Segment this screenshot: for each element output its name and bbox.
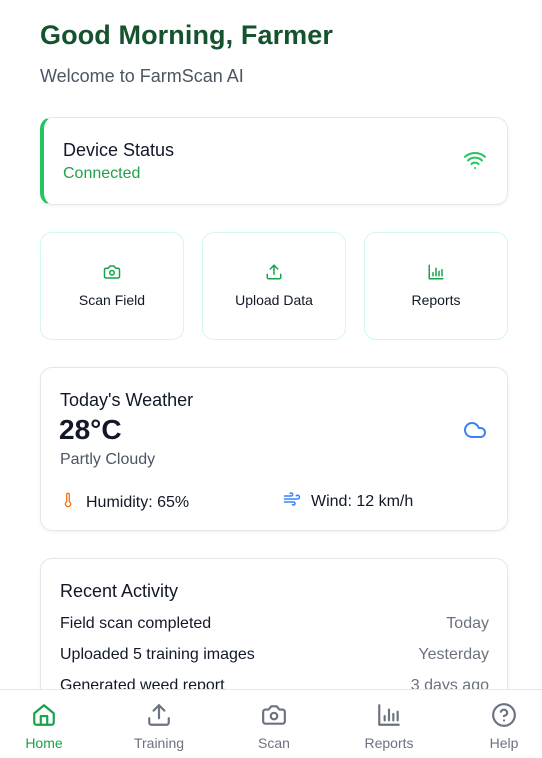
activity-item: Uploaded 5 training images Yesterday xyxy=(60,646,489,664)
wind-stat: Wind: 12 km/h xyxy=(283,490,413,513)
device-status-card: Device Status Connected xyxy=(40,117,508,205)
scan-field-button[interactable]: Scan Field xyxy=(40,232,184,340)
home-icon xyxy=(0,702,94,728)
wind-icon xyxy=(283,490,311,513)
nav-help[interactable]: Help xyxy=(454,690,542,758)
nav-scan-label: Scan xyxy=(258,735,290,751)
weather-card: Today's Weather 28°C Partly Cloudy Humid… xyxy=(40,367,508,531)
camera-icon xyxy=(41,263,183,281)
greeting-title: Good Morning, Farmer xyxy=(40,20,334,50)
nav-scan[interactable]: Scan xyxy=(224,690,324,758)
upload-icon xyxy=(203,263,345,281)
weather-title: Today's Weather xyxy=(60,390,194,410)
activity-item-time: Today xyxy=(446,615,489,632)
help-icon xyxy=(454,702,542,728)
activity-item-name: Field scan completed xyxy=(60,615,212,632)
nav-reports[interactable]: Reports xyxy=(339,690,439,758)
upload-data-label: Upload Data xyxy=(235,292,313,308)
weather-temperature: 28°C xyxy=(59,414,122,445)
recent-activity-title: Recent Activity xyxy=(60,581,179,601)
upload-icon xyxy=(109,702,209,728)
wifi-icon xyxy=(461,148,489,177)
thermometer-icon xyxy=(60,490,86,515)
nav-reports-label: Reports xyxy=(364,735,414,751)
activity-item-time: Yesterday xyxy=(418,646,489,663)
reports-label: Reports xyxy=(411,292,461,308)
scan-field-label: Scan Field xyxy=(78,292,146,308)
weather-condition: Partly Cloudy xyxy=(60,451,156,468)
nav-home[interactable]: Home xyxy=(0,690,94,758)
nav-training-label: Training xyxy=(133,735,185,751)
humidity-text: Humidity: 65% xyxy=(86,493,190,511)
camera-icon xyxy=(224,702,324,728)
upload-data-button[interactable]: Upload Data xyxy=(202,232,346,340)
welcome-subtitle: Welcome to FarmScan AI xyxy=(40,66,244,86)
reports-button[interactable]: Reports xyxy=(364,232,508,340)
device-status-title: Device Status xyxy=(63,140,175,160)
bar-chart-icon xyxy=(339,702,439,728)
wind-text: Wind: 12 km/h xyxy=(311,492,414,510)
nav-training[interactable]: Training xyxy=(109,690,209,758)
humidity-stat: Humidity: 65% xyxy=(60,490,189,515)
nav-help-label: Help xyxy=(489,735,519,751)
nav-home-label: Home xyxy=(25,735,63,751)
activity-item: Field scan completed Today xyxy=(60,615,489,633)
device-status-value: Connected xyxy=(63,165,141,182)
cloud-icon xyxy=(461,418,489,447)
activity-item-name: Uploaded 5 training images xyxy=(60,646,255,663)
bottom-navigation: Home Training Scan Reports Help xyxy=(0,689,542,758)
bar-chart-icon xyxy=(365,263,507,281)
